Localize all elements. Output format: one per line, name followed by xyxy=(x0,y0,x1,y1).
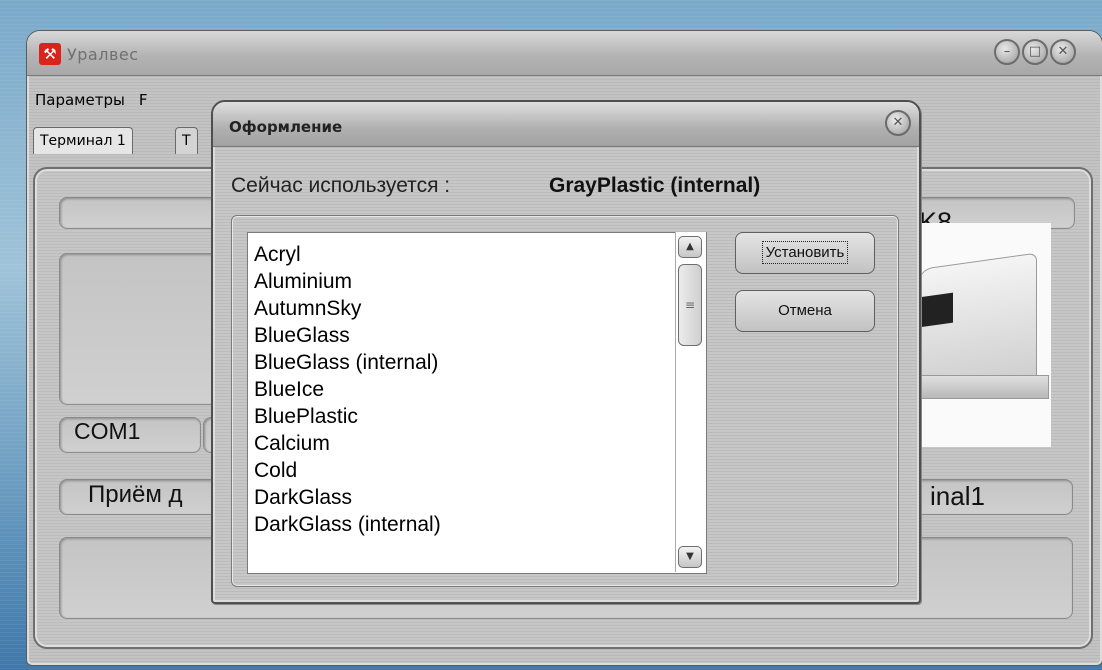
list-scrollbar[interactable]: ▲ ≡ ▼ xyxy=(675,232,706,572)
list-item[interactable]: BlueIce xyxy=(254,378,324,402)
current-skin-label: Сейчас используется : xyxy=(231,174,451,197)
tab-terminal-1[interactable]: Терминал 1 xyxy=(33,127,133,154)
minimize-icon[interactable]: – xyxy=(994,39,1020,65)
scroll-down-icon[interactable]: ▼ xyxy=(678,546,702,568)
list-item[interactable]: BluePlastic xyxy=(254,405,358,429)
current-skin-value: GrayPlastic (internal) xyxy=(549,174,761,197)
dialog-title: Оформление xyxy=(229,118,343,136)
status-right-text: inal1 xyxy=(930,481,985,511)
maximize-icon[interactable]: □ xyxy=(1022,39,1048,65)
window-title: Уралвес xyxy=(67,45,139,64)
skin-list[interactable]: Acryl Aluminium AutumnSky BlueGlass Blue… xyxy=(247,232,707,574)
menu-parameters[interactable]: Параметры xyxy=(35,91,125,109)
list-item[interactable]: DarkGlass (internal) xyxy=(254,513,441,537)
status-left-text: Приём д xyxy=(88,481,183,508)
list-item[interactable]: BlueGlass xyxy=(254,324,350,348)
close-icon[interactable]: ✕ xyxy=(1050,39,1076,65)
scroll-thumb[interactable]: ≡ xyxy=(678,264,702,346)
list-item[interactable]: Acryl xyxy=(254,243,301,267)
tab-terminal-2[interactable]: Т xyxy=(175,127,198,154)
title-bar[interactable]: ⚒ Уралвес – □ ✕ xyxy=(27,31,1102,76)
cancel-button[interactable]: Отмена xyxy=(735,290,875,332)
list-item[interactable]: Cold xyxy=(254,459,297,483)
close-icon[interactable]: ✕ xyxy=(885,110,911,136)
cancel-button-label: Отмена xyxy=(778,302,832,319)
list-item[interactable]: AutumnSky xyxy=(254,297,361,321)
dialog-titlebar[interactable]: Оформление ✕ xyxy=(213,102,919,147)
list-item[interactable]: Calcium xyxy=(254,432,330,456)
list-item[interactable]: DarkGlass xyxy=(254,486,352,510)
install-button-label: Установить xyxy=(761,241,849,264)
list-item[interactable]: BlueGlass (internal) xyxy=(254,351,438,375)
list-item[interactable]: Aluminium xyxy=(254,270,352,294)
tools-icon: ⚒ xyxy=(39,43,61,65)
menu-second[interactable]: F xyxy=(139,91,148,109)
scroll-up-icon[interactable]: ▲ xyxy=(678,236,702,258)
skin-dialog: Оформление ✕ Сейчас используется : GrayP… xyxy=(211,100,921,604)
com-port-box[interactable]: COM1 xyxy=(59,417,201,453)
com-port-label: COM1 xyxy=(74,418,141,444)
menu-bar: Параметры F xyxy=(35,91,161,109)
install-button[interactable]: Установить xyxy=(735,232,875,274)
